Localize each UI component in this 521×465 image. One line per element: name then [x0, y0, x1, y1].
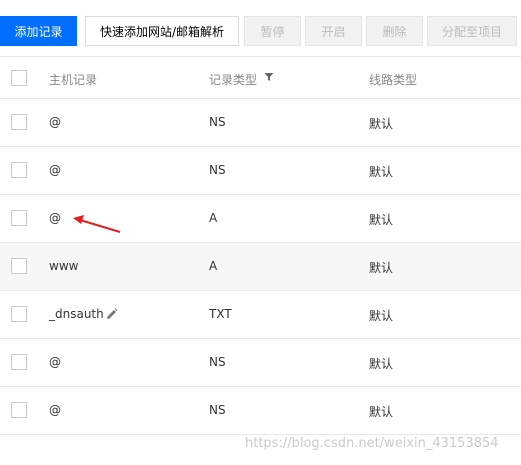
- type-cell: NS: [209, 115, 226, 129]
- line-cell: 默认: [369, 357, 394, 371]
- red-arrow-icon: [73, 215, 121, 233]
- select-all-checkbox[interactable]: [11, 70, 27, 86]
- line-cell: 默认: [369, 405, 394, 419]
- assign-project-button[interactable]: 分配至项目: [427, 16, 517, 46]
- line-type-header: 线路类型: [369, 73, 418, 87]
- table-row: @ NS 默认: [0, 339, 521, 387]
- line-cell: 默认: [369, 165, 394, 179]
- add-record-button[interactable]: 添加记录: [0, 16, 77, 46]
- type-cell: TXT: [209, 307, 232, 321]
- watermark: https://blog.csdn.net/weixin_43153854: [245, 436, 499, 451]
- host-cell: @: [49, 211, 61, 225]
- quick-add-button[interactable]: 快速添加网站/邮箱解析: [85, 16, 239, 46]
- filter-icon[interactable]: [264, 72, 274, 82]
- enable-button[interactable]: 开启: [305, 16, 362, 46]
- type-cell: A: [209, 259, 218, 273]
- row-checkbox[interactable]: [11, 114, 27, 130]
- host-cell: _dnsauth: [49, 307, 104, 321]
- record-type-header: 记录类型: [209, 73, 258, 87]
- type-cell: NS: [209, 403, 226, 417]
- line-cell: 默认: [369, 117, 394, 131]
- host-header: 主机记录: [49, 73, 98, 87]
- line-cell: 默认: [369, 261, 394, 275]
- type-cell: A: [209, 211, 218, 225]
- row-checkbox[interactable]: [11, 354, 27, 370]
- type-cell: NS: [209, 163, 226, 177]
- host-cell: @: [49, 403, 61, 417]
- toolbar: 添加记录 快速添加网站/邮箱解析 暂停 开启 删除 分配至项目: [0, 0, 521, 62]
- table-row: @ NS 默认: [0, 147, 521, 195]
- row-checkbox[interactable]: [11, 306, 27, 322]
- table-row: _dnsauth TXT 默认: [0, 291, 521, 339]
- host-cell: @: [49, 355, 61, 369]
- table-row: www A 默认: [0, 243, 521, 291]
- row-checkbox[interactable]: [11, 210, 27, 226]
- pencil-icon[interactable]: [106, 308, 118, 320]
- row-checkbox[interactable]: [11, 258, 27, 274]
- line-cell: 默认: [369, 213, 394, 227]
- row-checkbox[interactable]: [11, 162, 27, 178]
- type-cell: NS: [209, 355, 226, 369]
- table-row: @ NS 默认: [0, 387, 521, 435]
- host-cell: @: [49, 115, 61, 129]
- host-cell: @: [49, 163, 61, 177]
- pause-button[interactable]: 暂停: [244, 16, 301, 46]
- table-header: 主机记录 记录类型 线路类型: [0, 56, 521, 99]
- table-row: @ NS 默认: [0, 99, 521, 147]
- line-cell: 默认: [369, 309, 394, 323]
- delete-button[interactable]: 删除: [366, 16, 423, 46]
- host-cell: www: [49, 259, 79, 273]
- row-checkbox[interactable]: [11, 402, 27, 418]
